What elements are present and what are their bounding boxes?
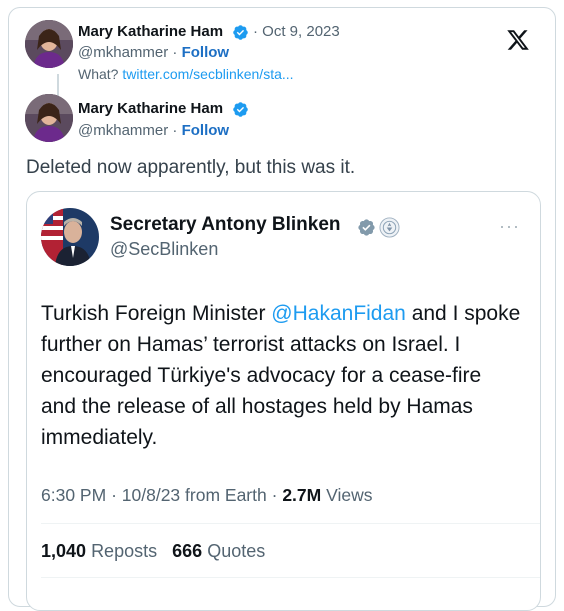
quoted-author-name[interactable]: Secretary Antony Blinken bbox=[110, 214, 341, 236]
divider bbox=[41, 523, 540, 524]
tweet-date[interactable]: 10/8/23 bbox=[122, 485, 180, 505]
reply-handle-row: @mkhammer · Follow bbox=[78, 122, 229, 139]
views-label: Views bbox=[326, 485, 373, 505]
tweet-metadata: 6:30 PM · 10/8/23 from Earth · 2.7M View… bbox=[41, 485, 372, 506]
tweet-card: Mary Katharine Ham · Oct 9, 2023 @mkhamm… bbox=[8, 7, 556, 611]
avatar-image bbox=[41, 208, 99, 266]
tweet-text-prefix: What? bbox=[78, 66, 119, 82]
tweet-time[interactable]: 6:30 PM bbox=[41, 485, 106, 505]
quoted-handle[interactable]: @SecBlinken bbox=[110, 239, 218, 260]
reply-handle[interactable]: @mkhammer bbox=[78, 122, 168, 139]
follow-button[interactable]: Follow bbox=[182, 44, 230, 61]
tweet-source: from Earth bbox=[185, 485, 267, 505]
author-name[interactable]: Mary Katharine Ham bbox=[78, 23, 223, 40]
us-seal-icon bbox=[379, 217, 400, 238]
reposts-stat[interactable]: 1,040 Reposts bbox=[41, 541, 157, 561]
quoted-text-part: Turkish Foreign Minister bbox=[41, 302, 272, 325]
verified-badge-icon bbox=[233, 102, 248, 117]
reply-text: Deleted now apparently, but this was it. bbox=[26, 157, 356, 178]
divider bbox=[41, 577, 540, 578]
avatar-image bbox=[25, 94, 73, 142]
quotes-stat[interactable]: 666 Quotes bbox=[172, 541, 265, 561]
reposts-label: Reposts bbox=[91, 541, 158, 561]
tweet-text: What? twitter.com/secblinken/sta... bbox=[78, 66, 294, 82]
date-text: Oct 9, 2023 bbox=[262, 23, 340, 40]
separator: · bbox=[253, 23, 258, 40]
reply-author-name[interactable]: Mary Katharine Ham bbox=[78, 100, 223, 117]
avatar-image bbox=[25, 20, 73, 68]
tweet-link[interactable]: twitter.com/secblinken/sta... bbox=[122, 66, 293, 82]
quotes-count: 666 bbox=[172, 541, 203, 561]
quoted-author-name-text: Secretary Antony Blinken bbox=[110, 214, 341, 235]
author-handle[interactable]: @mkhammer bbox=[78, 44, 168, 61]
mention-link[interactable]: @HakanFidan bbox=[271, 302, 406, 325]
separator: · bbox=[111, 485, 117, 505]
quoted-avatar[interactable] bbox=[41, 208, 99, 266]
tweet-date[interactable]: · Oct 9, 2023 bbox=[253, 23, 340, 40]
x-logo-icon[interactable] bbox=[506, 28, 530, 52]
avatar[interactable] bbox=[25, 20, 73, 68]
engagement-stats: 1,040 Reposts 666 Quotes bbox=[41, 541, 265, 562]
reposts-count: 1,040 bbox=[41, 541, 87, 561]
gov-badge-icon bbox=[358, 219, 375, 236]
verified-badge-icon bbox=[233, 25, 248, 40]
separator: · bbox=[172, 44, 178, 61]
separator: · bbox=[172, 122, 178, 139]
separator: · bbox=[271, 485, 278, 505]
quoted-text: Turkish Foreign Minister @HakanFidan and… bbox=[41, 298, 521, 453]
quoted-tweet[interactable]: Secretary Antony Blinken @SecBlinken ···… bbox=[26, 191, 541, 611]
reply-avatar[interactable] bbox=[25, 94, 73, 142]
views-count: 2.7M bbox=[282, 485, 322, 505]
quotes-label: Quotes bbox=[207, 541, 266, 561]
more-options-icon[interactable]: ··· bbox=[499, 216, 520, 237]
follow-button[interactable]: Follow bbox=[182, 122, 230, 139]
author-handle-row: @mkhammer · Follow bbox=[78, 44, 229, 61]
